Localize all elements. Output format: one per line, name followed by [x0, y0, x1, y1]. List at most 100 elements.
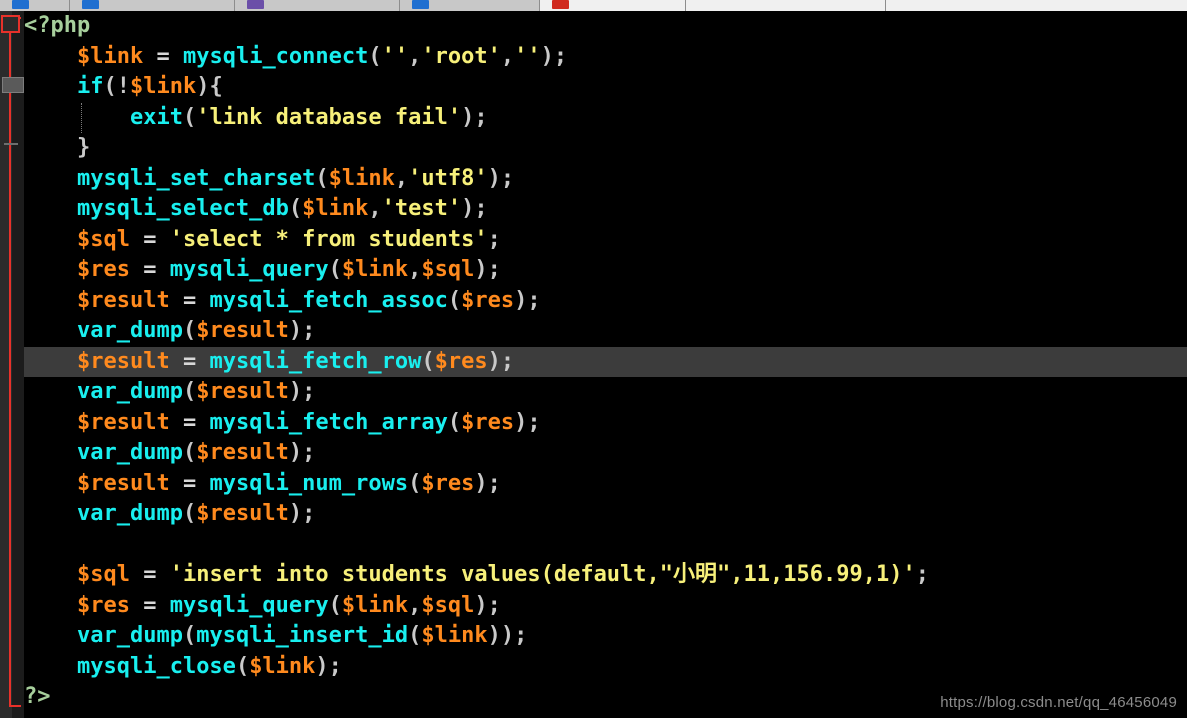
- code-token-var: $sql: [76, 226, 130, 252]
- code-token-fn: exit: [129, 104, 183, 130]
- code-token-punc: );: [315, 653, 342, 679]
- code-token-var: $result: [76, 470, 170, 496]
- code-line-2[interactable]: $link = mysqli_connect('','root','');: [24, 42, 1187, 73]
- code-line-17[interactable]: var_dump($result);: [24, 499, 1187, 530]
- code-token-var: $res: [421, 470, 475, 496]
- code-token-var: $res: [461, 287, 515, 313]
- code-line-14[interactable]: $result = mysqli_fetch_array($res);: [24, 408, 1187, 439]
- code-line-4[interactable]: exit('link database fail');: [24, 102, 1187, 133]
- code-line-10[interactable]: $result = mysqli_fetch_assoc($res);: [24, 286, 1187, 317]
- code-token-var: $sql: [76, 562, 130, 587]
- browser-tab-5[interactable]: [540, 0, 686, 11]
- code-line-12[interactable]: $result = mysqli_fetch_row($res);: [24, 346, 1187, 377]
- code-token-str: '': [514, 43, 541, 69]
- code-line-8[interactable]: $sql = 'select * from students';: [24, 225, 1187, 256]
- code-token-fn: mysqli_query: [169, 257, 329, 282]
- code-line-15[interactable]: var_dump($result);: [24, 438, 1187, 469]
- browser-tab-6[interactable]: [686, 0, 886, 11]
- code-token-punc: ));: [487, 623, 528, 648]
- code-token-var: $link: [328, 165, 395, 191]
- code-token-punc: ,: [408, 43, 422, 69]
- code-line-5[interactable]: }: [24, 133, 1187, 164]
- code-token-punc: ,: [500, 43, 515, 69]
- code-line-9[interactable]: $res = mysqli_query($link,$sql);: [24, 255, 1187, 286]
- code-token-punc: (: [182, 623, 197, 648]
- browser-tab-1[interactable]: [0, 0, 70, 11]
- code-token-var: $sql: [421, 592, 475, 618]
- code-token-op: =: [129, 562, 170, 587]
- code-token-var: $result: [196, 318, 289, 343]
- browser-tab-3[interactable]: [235, 0, 400, 11]
- code-token-punc: (: [315, 165, 329, 191]
- code-token-var: $link: [249, 653, 316, 679]
- code-token-var: $result: [196, 501, 289, 526]
- code-token-punc: ,: [408, 592, 422, 618]
- code-token-op: =: [169, 409, 210, 435]
- change-marker-bracket[interactable]: [9, 17, 21, 707]
- code-token-punc: }: [76, 135, 91, 160]
- code-token-fn: mysqli_fetch_row: [209, 348, 422, 374]
- code-line-1[interactable]: <?php: [24, 11, 1187, 42]
- code-token-punc: ;: [487, 226, 501, 252]
- code-token-punc: (: [421, 348, 435, 374]
- code-fold-box-icon[interactable]: [1, 15, 20, 33]
- code-token-punc: );: [474, 470, 501, 496]
- code-token-var: $link: [341, 592, 409, 618]
- code-token-fn: mysqli_query: [169, 592, 329, 618]
- browser-tab-2[interactable]: [70, 0, 235, 11]
- tab-favicon-icon: [247, 0, 264, 9]
- code-token-punc: ;: [915, 562, 929, 587]
- code-token-fn: mysqli_num_rows: [209, 470, 409, 496]
- code-token-punc: (: [408, 470, 422, 496]
- code-line-16[interactable]: $result = mysqli_num_rows($res);: [24, 469, 1187, 500]
- code-token-punc: );: [474, 257, 501, 282]
- code-token-punc: (: [447, 287, 462, 313]
- fold-tick-icon[interactable]: [4, 143, 18, 145]
- code-line-3[interactable]: if(!$link){: [24, 72, 1187, 103]
- code-token-fn: mysqli_connect: [182, 43, 369, 69]
- code-token-punc: );: [288, 440, 316, 465]
- editor-gutter[interactable]: [0, 11, 24, 718]
- code-surface[interactable]: <?php $link = mysqli_connect('','root','…: [24, 11, 1187, 718]
- code-line-11[interactable]: var_dump($result);: [24, 316, 1187, 347]
- code-token-fn: var_dump: [76, 501, 183, 526]
- code-token-punc: );: [288, 379, 316, 404]
- code-token-fn: var_dump: [76, 440, 183, 465]
- code-line-7[interactable]: mysqli_select_db($link,'test');: [24, 194, 1187, 225]
- code-token-op: =: [169, 470, 210, 496]
- code-token-punc: );: [514, 287, 541, 313]
- browser-tab-4[interactable]: [400, 0, 540, 11]
- code-line-19[interactable]: $sql = 'insert into students values(defa…: [24, 560, 1187, 591]
- code-line-21[interactable]: var_dump(mysqli_insert_id($link));: [24, 621, 1187, 652]
- code-line-22[interactable]: mysqli_close($link);: [24, 652, 1187, 683]
- code-token-var: $result: [76, 287, 170, 313]
- code-token-punc: (: [447, 409, 462, 435]
- code-token-fn: var_dump: [76, 318, 183, 343]
- code-token-punc: (: [328, 257, 342, 282]
- code-token-str: 'select * from students': [169, 226, 488, 252]
- code-line-6[interactable]: mysqli_set_charset($link,'utf8');: [24, 164, 1187, 195]
- vertical-scrollbar-thumb[interactable]: [2, 77, 24, 93]
- code-token-var: $link: [341, 257, 409, 282]
- code-token-punc: (: [288, 196, 303, 221]
- code-token-str: '': [381, 43, 409, 69]
- code-token-tag: ?>: [24, 684, 51, 709]
- code-token-punc: );: [540, 43, 568, 69]
- code-editor[interactable]: <?php $link = mysqli_connect('','root','…: [0, 11, 1187, 718]
- code-line-13[interactable]: var_dump($result);: [24, 377, 1187, 408]
- code-line-18[interactable]: [24, 530, 1187, 561]
- code-token-var: $result: [196, 440, 289, 465]
- code-token-punc: );: [461, 196, 488, 221]
- code-token-var: $res: [76, 592, 130, 618]
- code-token-punc: );: [474, 592, 501, 618]
- code-line-20[interactable]: $res = mysqli_query($link,$sql);: [24, 591, 1187, 622]
- code-token-var: $link: [76, 43, 144, 69]
